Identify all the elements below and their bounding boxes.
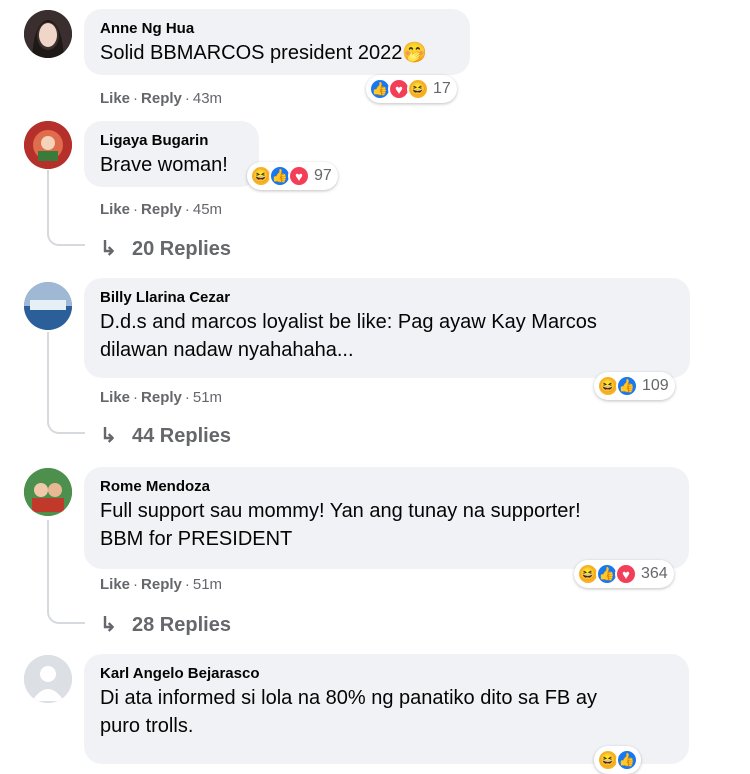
- comment-bubble: Rome Mendoza Full support sau mommy! Yan…: [84, 467, 689, 569]
- reaction-summary[interactable]: 😆 👍 ♥ 97: [247, 162, 338, 190]
- replies-count[interactable]: 20 Replies: [132, 236, 231, 262]
- separator: ·: [133, 576, 139, 593]
- view-replies-link[interactable]: ↳ 20 Replies: [100, 236, 231, 262]
- separator: ·: [184, 576, 190, 593]
- separator: ·: [184, 90, 190, 107]
- comment-actions: Like · Reply · 43m: [100, 90, 222, 108]
- separator: ·: [184, 389, 190, 406]
- comment-author[interactable]: Billy Llarina Cezar: [100, 288, 674, 308]
- love-reaction-icon: ♥: [615, 563, 637, 585]
- comment-actions: Like · Reply · 45m: [100, 201, 222, 219]
- avatar[interactable]: [24, 655, 72, 703]
- separator: ·: [133, 201, 139, 218]
- timestamp[interactable]: 45m: [193, 201, 222, 218]
- comment-text-line: D.d.s and marcos loyalist be like: Pag a…: [100, 311, 597, 333]
- replies-count[interactable]: 44 Replies: [132, 423, 231, 449]
- comment-author[interactable]: Rome Mendoza: [100, 477, 673, 497]
- comment-bubble: Billy Llarina Cezar D.d.s and marcos loy…: [84, 278, 690, 378]
- reaction-summary[interactable]: 👍 ♥ 😆 17: [366, 75, 457, 103]
- comment-author[interactable]: Karl Angelo Bejarasco: [100, 664, 673, 684]
- comment-text-line: Full support sau mommy! Yan ang tunay na…: [100, 500, 581, 522]
- reaction-summary[interactable]: 😆 👍: [594, 746, 641, 774]
- love-reaction-icon: ♥: [288, 165, 310, 187]
- like-link[interactable]: Like: [100, 90, 130, 107]
- like-link[interactable]: Like: [100, 576, 130, 593]
- comment-actions: Like · Reply · 51m: [100, 389, 222, 407]
- reply-link[interactable]: Reply: [141, 201, 182, 218]
- reaction-count: 109: [642, 377, 669, 394]
- reply-link[interactable]: Reply: [141, 389, 182, 406]
- avatar[interactable]: [24, 121, 72, 169]
- comment-text-line: dilawan nadaw nyahahaha...: [100, 339, 354, 361]
- reply-link[interactable]: Reply: [141, 90, 182, 107]
- comment-bubble: Ligaya Bugarin Brave woman!: [84, 121, 259, 187]
- thread-line: [47, 520, 49, 602]
- comment-actions: Like · Reply · 51m: [100, 576, 222, 594]
- comment-text-line: BBM for PRESIDENT: [100, 528, 293, 550]
- avatar[interactable]: [24, 468, 72, 516]
- comment-bubble: Anne Ng Hua Solid BBMARCOS president 202…: [84, 9, 470, 75]
- like-link[interactable]: Like: [100, 389, 130, 406]
- thread-connector: [47, 224, 85, 246]
- thread-connector: [47, 412, 85, 434]
- comment-author[interactable]: Ligaya Bugarin: [100, 131, 243, 151]
- like-reaction-icon: 👍: [616, 375, 638, 397]
- reaction-count: 97: [314, 167, 332, 184]
- comment-text-line: puro trolls.: [100, 715, 194, 737]
- like-reaction-icon: 👍: [616, 749, 638, 771]
- separator: ·: [133, 90, 139, 107]
- comment-text: Brave woman!: [100, 154, 228, 176]
- view-replies-link[interactable]: ↳ 44 Replies: [100, 423, 231, 449]
- comment-text: Solid BBMARCOS president 2022🤭: [100, 42, 428, 64]
- view-replies-link[interactable]: ↳ 28 Replies: [100, 612, 231, 638]
- like-link[interactable]: Like: [100, 201, 130, 218]
- thread-line: [47, 332, 49, 412]
- replies-count[interactable]: 28 Replies: [132, 612, 231, 638]
- reply-link[interactable]: Reply: [141, 576, 182, 593]
- reaction-count: 364: [641, 565, 668, 582]
- comment-bubble: Karl Angelo Bejarasco Di ata informed si…: [84, 654, 689, 764]
- thread-line: [47, 170, 49, 224]
- avatar[interactable]: [24, 282, 72, 330]
- timestamp[interactable]: 51m: [193, 389, 222, 406]
- separator: ·: [184, 201, 190, 218]
- reaction-count: 17: [433, 80, 451, 97]
- thread-connector: [47, 602, 85, 624]
- reaction-summary[interactable]: 😆 👍 ♥ 364: [574, 560, 674, 588]
- avatar[interactable]: [24, 10, 72, 58]
- timestamp[interactable]: 51m: [193, 576, 222, 593]
- reply-arrow-icon: ↳: [100, 425, 117, 447]
- reply-arrow-icon: ↳: [100, 238, 117, 260]
- timestamp[interactable]: 43m: [193, 90, 222, 107]
- haha-reaction-icon: 😆: [407, 78, 429, 100]
- comment-author[interactable]: Anne Ng Hua: [100, 19, 454, 39]
- comment-text-line: Di ata informed si lola na 80% ng panati…: [100, 687, 597, 709]
- reaction-summary[interactable]: 😆 👍 109: [594, 372, 675, 400]
- separator: ·: [133, 389, 139, 406]
- reply-arrow-icon: ↳: [100, 614, 117, 636]
